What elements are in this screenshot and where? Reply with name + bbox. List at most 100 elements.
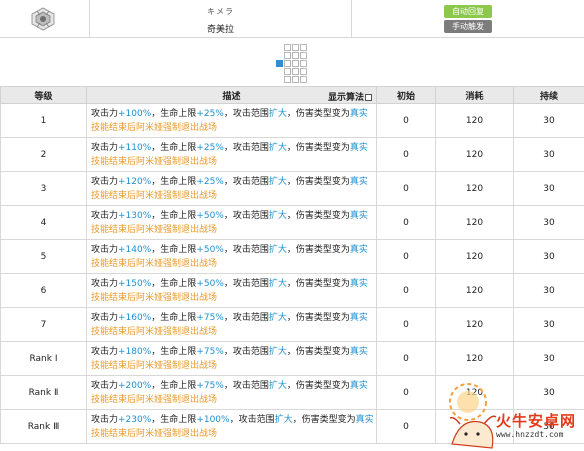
range-cell <box>292 68 299 75</box>
table-row: 5 攻击力+140%，生命上限+50%，攻击范围扩大，伤害类型变为真实 技能结束后阿… <box>0 239 584 274</box>
atk-value: +110% <box>118 142 152 153</box>
range-label: ，攻击范围 <box>223 108 269 119</box>
cost-cell: 120 <box>435 307 514 342</box>
duration-cell: 30 <box>513 375 584 410</box>
hp-label: ，生命上限 <box>151 210 197 221</box>
range-label: ，攻击范围 <box>223 210 269 221</box>
show-algorithm-toggle[interactable]: 显示算法 <box>328 90 372 103</box>
initial-cell: 0 <box>376 273 436 308</box>
hp-value: +50% <box>196 210 224 221</box>
duration-cell: 30 <box>513 137 584 172</box>
hp-label: ，生命上限 <box>151 346 197 357</box>
desc-cell: 攻击力+140%，生命上限+50%，攻击范围扩大，伤害类型变为真实 技能结束后阿米… <box>86 239 377 274</box>
column-header-duration: 持续 <box>513 86 584 104</box>
hp-value: +75% <box>196 312 224 323</box>
recovery-type-badge: 自动回复 <box>444 5 492 18</box>
atk-value: +120% <box>118 176 152 187</box>
column-header-level: 等级 <box>0 86 87 104</box>
hp-value: +75% <box>196 380 224 391</box>
atk-value: +130% <box>118 210 152 221</box>
skill-level-table: 等级 描述 显示算法 初始 消耗 持续 1 攻击力+100%，生命上限+25%，攻… <box>0 86 584 444</box>
damage-type-value: 真实 <box>349 278 368 289</box>
desc-cell: 攻击力+150%，生命上限+50%，攻击范围扩大，伤害类型变为真实 技能结束后阿米… <box>86 273 377 308</box>
level-cell: 2 <box>0 137 87 172</box>
level-cell: 5 <box>0 239 87 274</box>
desc-line-1: 攻击力+100%，生命上限+25%，攻击范围扩大，伤害类型变为真实 <box>91 107 376 121</box>
atk-label: 攻击力 <box>91 142 119 153</box>
hp-label: ，生命上限 <box>151 414 197 425</box>
desc-cell: 攻击力+110%，生命上限+25%，攻击范围扩大，伤害类型变为真实 技能结束后阿米… <box>86 137 377 172</box>
desc-cell: 攻击力+180%，生命上限+75%，攻击范围扩大，伤害类型变为真实 技能结束后阿米… <box>86 341 377 376</box>
range-cell <box>292 60 299 67</box>
level-cell: 1 <box>0 103 87 138</box>
skill-name-cell: キメラ 奇美拉 <box>90 0 352 38</box>
level-cell: 4 <box>0 205 87 240</box>
range-cell <box>300 68 307 75</box>
duration-cell: 30 <box>513 307 584 342</box>
cost-cell: 120 <box>435 375 514 410</box>
desc-cell: 攻击力+200%，生命上限+75%，攻击范围扩大，伤害类型变为真实 技能结束后阿米… <box>86 375 377 410</box>
atk-value: +180% <box>118 346 152 357</box>
initial-cell: 0 <box>376 205 436 240</box>
atk-label: 攻击力 <box>91 278 119 289</box>
hp-value: +25% <box>196 176 224 187</box>
range-cell <box>284 68 291 75</box>
damage-type-value: 真实 <box>349 210 368 221</box>
desc-line-1: 攻击力+130%，生命上限+50%，攻击范围扩大，伤害类型变为真实 <box>91 209 376 223</box>
table-row: 1 攻击力+100%，生命上限+25%，攻击范围扩大，伤害类型变为真实 技能结束后阿… <box>0 103 584 138</box>
range-cell <box>284 76 291 83</box>
atk-value: +150% <box>118 278 152 289</box>
atk-label: 攻击力 <box>91 346 119 357</box>
damage-type-value: 真实 <box>349 312 368 323</box>
duration-cell: 30 <box>513 409 584 444</box>
range-value: 扩大 <box>268 278 287 289</box>
desc-line-1: 攻击力+180%，生命上限+75%，攻击范围扩大，伤害类型变为真实 <box>91 345 376 359</box>
table-row: Rank Ⅰ 攻击力+180%，生命上限+75%，攻击范围扩大，伤害类型变为真实技… <box>0 341 584 376</box>
duration-cell: 30 <box>513 205 584 240</box>
desc-line-2: 技能结束后阿米娅强制退出战场 <box>91 326 218 337</box>
atk-value: +100% <box>118 108 152 119</box>
table-row: 4 攻击力+130%，生命上限+50%，攻击范围扩大，伤害类型变为真实 技能结束后阿… <box>0 205 584 240</box>
range-cell <box>284 52 291 59</box>
hp-label: ，生命上限 <box>151 380 197 391</box>
skill-name-jp: キメラ <box>207 7 234 16</box>
hp-label: ，生命上限 <box>151 176 197 187</box>
damage-type-value: 真实 <box>349 244 368 255</box>
show-algorithm-label: 显示算法 <box>327 93 364 103</box>
range-label: ，攻击范围 <box>223 312 269 323</box>
damage-type-label: ，伤害类型变为 <box>286 210 350 221</box>
hp-label: ，生命上限 <box>151 278 197 289</box>
range-cell <box>300 52 307 59</box>
damage-type-label: ，伤害类型变为 <box>286 108 350 119</box>
desc-line-2: 技能结束后阿米娅强制退出战场 <box>91 224 218 235</box>
range-value: 扩大 <box>268 176 287 187</box>
range-cell <box>300 60 307 67</box>
table-row: 3 攻击力+120%，生命上限+25%，攻击范围扩大，伤害类型变为真实 技能结束后阿… <box>0 171 584 206</box>
desc-line-1: 攻击力+150%，生命上限+50%，攻击范围扩大，伤害类型变为真实 <box>91 277 376 291</box>
desc-line-2: 技能结束后阿米娅强制退出战场 <box>91 190 218 201</box>
duration-cell: 30 <box>513 239 584 274</box>
hp-label: ，生命上限 <box>151 312 197 323</box>
desc-line-1: 攻击力+230%，生命上限+100%，攻击范围扩大，伤害类型变为真实 <box>91 413 376 427</box>
atk-value: +140% <box>118 244 152 255</box>
initial-cell: 0 <box>376 341 436 376</box>
level-cell: 7 <box>0 307 87 342</box>
hp-value: +50% <box>196 244 224 255</box>
damage-type-label: ，伤害类型变为 <box>286 346 350 357</box>
damage-type-label: ，伤害类型变为 <box>286 312 350 323</box>
range-cell <box>300 44 307 51</box>
desc-line-1: 攻击力+140%，生命上限+50%，攻击范围扩大，伤害类型变为真实 <box>91 243 376 257</box>
atk-label: 攻击力 <box>91 210 119 221</box>
range-value: 扩大 <box>268 142 287 153</box>
damage-type-label: ，伤害类型变为 <box>286 142 350 153</box>
range-cell <box>292 76 299 83</box>
range-label: ，攻击范围 <box>223 278 269 289</box>
range-cell <box>292 52 299 59</box>
attack-range-grid <box>276 44 308 84</box>
range-value: 扩大 <box>268 210 287 221</box>
show-algorithm-checkbox[interactable] <box>365 94 372 101</box>
range-cell <box>284 60 291 67</box>
duration-cell: 30 <box>513 341 584 376</box>
initial-cell: 0 <box>376 171 436 206</box>
column-header-initial: 初始 <box>376 86 436 104</box>
